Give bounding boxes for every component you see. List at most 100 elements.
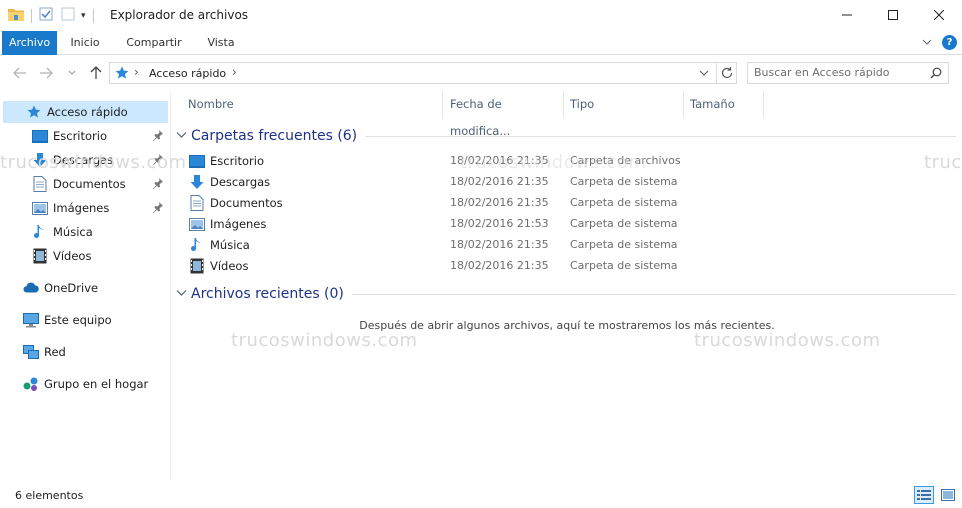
properties-icon[interactable] (39, 7, 53, 24)
chevron-down-icon[interactable] (176, 287, 187, 301)
onedrive-cloud-icon (23, 280, 39, 296)
breadcrumb-separator: › (134, 65, 139, 79)
nav-item-label: Vídeos (53, 249, 92, 263)
item-date: 18/02/2016 21:35 (450, 238, 549, 251)
pictures-icon (189, 216, 205, 232)
breadcrumb-acceso-rapido[interactable]: Acceso rápido (149, 67, 226, 80)
item-name: Escritorio (210, 154, 265, 168)
nav-item-label: Imágenes (53, 201, 110, 215)
breadcrumb-separator[interactable]: › (232, 65, 237, 79)
search-box[interactable] (747, 62, 949, 84)
address-row: › Acceso rápido › (0, 55, 962, 91)
tab-inicio[interactable]: Inicio (62, 31, 108, 55)
nav-item-documentos[interactable]: Documentos (3, 173, 168, 195)
item-date: 18/02/2016 21:35 (450, 259, 549, 272)
desktop-icon (32, 128, 48, 144)
item-count: 6 elementos (15, 489, 84, 502)
item-date: 18/02/2016 21:35 (450, 175, 549, 188)
network-icon (23, 344, 39, 360)
nav-item-label: Escritorio (53, 129, 108, 143)
nav-item-label: Grupo en el hogar (44, 377, 149, 391)
tab-compartir[interactable]: Compartir (117, 31, 191, 55)
window-title: Explorador de archivos (110, 8, 249, 22)
pin-icon[interactable] (152, 129, 164, 141)
details-view-button[interactable] (914, 486, 934, 504)
group-header-recent[interactable]: Archivos recientes (0) (176, 284, 956, 304)
nav-item-musica[interactable]: Música (3, 221, 168, 243)
column-header-tamano[interactable]: Tamaño (684, 91, 764, 118)
watermark-text: trucoswindows.com (231, 330, 418, 351)
item-type: Carpeta de sistema (570, 175, 678, 188)
search-icon[interactable] (930, 67, 942, 82)
item-name: Vídeos (210, 259, 249, 273)
group-title: Carpetas frecuentes (6) (191, 128, 358, 144)
customize-toolbar-icon[interactable]: ▾ (81, 11, 86, 21)
item-name: Documentos (210, 196, 283, 210)
address-history-chevron-icon[interactable] (698, 67, 710, 82)
forward-button[interactable] (36, 63, 56, 83)
search-input[interactable] (754, 66, 924, 79)
item-date: 18/02/2016 21:35 (450, 196, 549, 209)
nav-item-onedrive[interactable]: OneDrive (3, 277, 168, 299)
minimize-button[interactable] (824, 0, 870, 30)
status-bar: 6 elementos (0, 481, 962, 508)
list-item[interactable]: Vídeos 18/02/2016 21:35 Carpeta de siste… (188, 256, 948, 277)
nav-item-videos[interactable]: Vídeos (3, 245, 168, 267)
file-list-view: Nombre Fecha de modifica... Tipo Tamaño … (172, 91, 962, 481)
column-header-fecha[interactable]: Fecha de modifica... (444, 91, 564, 138)
tab-vista[interactable]: Vista (199, 31, 243, 55)
large-icons-view-button[interactable] (938, 486, 958, 504)
list-item[interactable]: Descargas 18/02/2016 21:35 Carpeta de si… (188, 172, 948, 193)
title-bar: ▾ Explorador de archivos (0, 0, 962, 31)
expand-ribbon-icon[interactable] (921, 36, 933, 51)
music-icon (189, 237, 205, 253)
documents-icon (189, 195, 205, 211)
column-header-nombre[interactable]: Nombre (182, 91, 443, 118)
music-icon (32, 224, 48, 240)
back-button[interactable] (10, 63, 30, 83)
chevron-down-icon[interactable] (176, 129, 187, 143)
nav-item-red[interactable]: Red (3, 341, 168, 363)
nav-item-label: Documentos (53, 177, 126, 191)
nav-item-quick-access[interactable]: Acceso rápido (3, 101, 168, 123)
recent-locations-button[interactable] (62, 63, 82, 83)
pin-icon[interactable] (152, 201, 164, 213)
documents-icon (32, 176, 48, 192)
help-icon[interactable]: ? (942, 35, 957, 50)
ribbon-tabs: Archivo Inicio Compartir Vista ? (0, 31, 962, 55)
group-header-frequent[interactable]: Carpetas frecuentes (6) (176, 126, 956, 146)
list-item[interactable]: Documentos 18/02/2016 21:35 Carpeta de s… (188, 193, 948, 214)
nav-item-este-equipo[interactable]: Este equipo (3, 309, 168, 331)
close-button[interactable] (916, 0, 962, 30)
item-name: Música (210, 238, 250, 252)
item-type: Carpeta de sistema (570, 196, 678, 209)
pictures-icon (32, 200, 48, 216)
desktop-icon (189, 153, 205, 169)
column-header-tipo[interactable]: Tipo (564, 91, 684, 118)
maximize-button[interactable] (870, 0, 916, 30)
item-type: Carpeta de sistema (570, 259, 678, 272)
navigation-pane: Acceso rápido Escritorio Descargas Docum… (0, 91, 171, 481)
refresh-icon[interactable] (720, 66, 734, 83)
watermark-text: trucoswindows.com (0, 152, 187, 173)
list-item[interactable]: Música 18/02/2016 21:35 Carpeta de siste… (188, 235, 948, 256)
homegroup-icon (23, 376, 39, 392)
downloads-icon (189, 174, 205, 190)
nav-item-label: Acceso rápido (47, 105, 128, 119)
pin-icon[interactable] (152, 177, 164, 189)
item-name: Descargas (210, 175, 271, 189)
up-button[interactable] (86, 63, 106, 83)
new-folder-icon[interactable] (61, 7, 75, 24)
quick-access-toolbar: ▾ (8, 7, 101, 24)
tab-archivo[interactable]: Archivo (2, 31, 57, 55)
nav-item-imagenes[interactable]: Imágenes (3, 197, 168, 219)
watermark-text: trucoswindows.com (694, 330, 881, 351)
folder-app-icon (8, 7, 24, 24)
address-bar[interactable]: › Acceso rápido › (109, 62, 737, 84)
nav-item-grupo-hogar[interactable]: Grupo en el hogar (3, 373, 168, 395)
nav-item-label: Este equipo (44, 313, 112, 327)
nav-item-label: OneDrive (44, 281, 99, 295)
list-item[interactable]: Imágenes 18/02/2016 21:53 Carpeta de sis… (188, 214, 948, 235)
nav-item-escritorio[interactable]: Escritorio (3, 125, 168, 147)
item-name: Imágenes (210, 217, 267, 231)
